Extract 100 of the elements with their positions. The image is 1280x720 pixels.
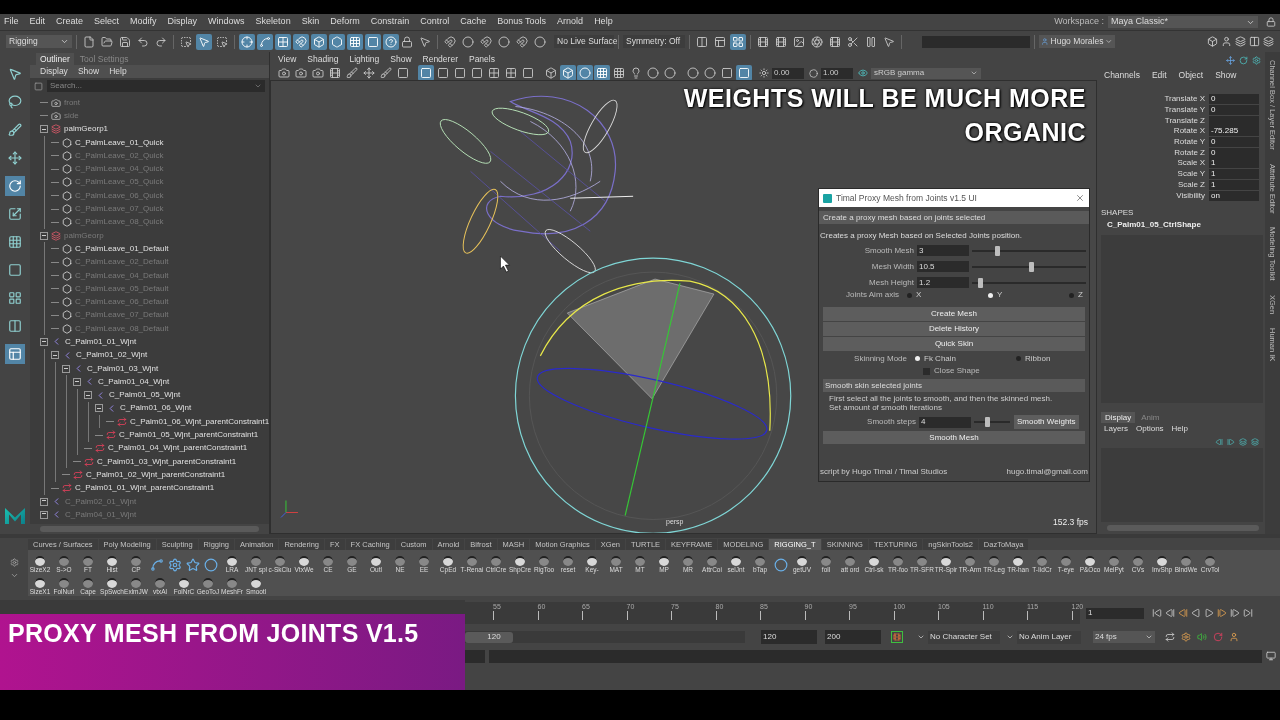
- menu-item[interactable]: Channels: [1104, 68, 1140, 82]
- radio-label: Y: [997, 289, 1003, 301]
- anim-layer-field[interactable]: No Anim Layer: [1017, 630, 1081, 644]
- panel-tab[interactable]: Outliner: [36, 53, 74, 65]
- channel-value[interactable]: 1: [1209, 158, 1259, 169]
- outliner-item[interactable]: C_Palm01_04_Wjnt_parentConstraint1: [108, 442, 248, 455]
- menu-set-dropdown[interactable]: Rigging: [6, 35, 72, 48]
- outliner-item[interactable]: C_Palm01_05_Wjnt: [109, 389, 181, 402]
- menu-item[interactable]: Windows: [208, 15, 245, 29]
- channel-label[interactable]: Rotate Z: [1101, 146, 1209, 159]
- outliner-item[interactable]: C_Palm01_03_Wjnt_parentConstraint1: [97, 455, 237, 468]
- search-field[interactable]: Search...: [47, 80, 265, 92]
- menu-item[interactable]: Edit: [29, 15, 46, 29]
- menu-item[interactable]: Display: [167, 15, 198, 29]
- character-set-field[interactable]: No Character Set: [928, 630, 1000, 644]
- channel-value[interactable]: on: [1209, 190, 1259, 201]
- outliner-item[interactable]: C_Palm01_02_Wjnt: [76, 349, 148, 362]
- menu-item[interactable]: Shading: [307, 52, 339, 66]
- radio-label: Ribbon: [1025, 352, 1051, 365]
- current-frame-field[interactable]: 1: [1086, 607, 1144, 619]
- menu-item[interactable]: File: [4, 15, 19, 29]
- menu-item[interactable]: Select: [94, 15, 120, 29]
- channel-label[interactable]: Translate X: [1101, 93, 1209, 106]
- menu-item[interactable]: Renderer: [422, 52, 458, 66]
- channel-label[interactable]: Scale Y: [1101, 168, 1209, 181]
- menu-item[interactable]: Show: [390, 52, 412, 66]
- menu-item[interactable]: Object: [1178, 68, 1204, 82]
- menu-item[interactable]: Lighting: [349, 52, 380, 66]
- menu-item[interactable]: Help: [109, 65, 127, 78]
- animation-end-field[interactable]: 200: [825, 630, 881, 644]
- menu-item[interactable]: Arnold: [557, 15, 584, 29]
- channel-value[interactable]: -75.285: [1209, 126, 1259, 137]
- outliner-item[interactable]: C_Palm01_05_Wjnt_parentConstraint1: [119, 429, 259, 442]
- channel-label[interactable]: Rotate X: [1101, 125, 1209, 138]
- dialog-button[interactable]: Quick Skin: [823, 337, 1085, 351]
- menu-item[interactable]: Create: [56, 15, 84, 29]
- color-space-dropdown[interactable]: sRGB gamma: [871, 67, 981, 79]
- menu-item[interactable]: Skin: [301, 15, 320, 29]
- workspace-dropdown[interactable]: Maya Classic*: [1108, 16, 1258, 28]
- menu-item[interactable]: Bonus Tools: [497, 15, 547, 29]
- menu-item[interactable]: Constrain: [370, 15, 410, 29]
- fps-dropdown[interactable]: 24 fps: [1093, 631, 1155, 643]
- menu-item[interactable]: Edit: [1151, 68, 1167, 82]
- dialog-button[interactable]: Create Mesh: [823, 307, 1085, 321]
- channel-label[interactable]: Scale X: [1101, 157, 1209, 170]
- channel-label[interactable]: Visibility: [1101, 189, 1209, 202]
- number-field[interactable]: 4: [919, 416, 971, 428]
- instruction-text: First select all the joints to smooth, and then the skinned mesh.: [829, 394, 1054, 403]
- panel-tab[interactable]: Display: [1101, 411, 1136, 423]
- channel-value[interactable]: 0: [1209, 94, 1259, 105]
- range-slider-handle[interactable]: 120: [465, 631, 513, 643]
- menu-item[interactable]: Layers: [1104, 423, 1128, 436]
- menu-item[interactable]: Show: [1215, 68, 1237, 82]
- range-end-field[interactable]: 120: [761, 630, 817, 644]
- gamma-field[interactable]: 1.00: [821, 67, 853, 79]
- outliner-item[interactable]: C_Palm01_03_Wjnt: [87, 362, 159, 375]
- menu-item[interactable]: Deform: [330, 15, 360, 29]
- outliner-item[interactable]: C_PalmLeave_01_Quick: [75, 136, 164, 149]
- menu-item[interactable]: Panels: [468, 52, 495, 66]
- channel-value[interactable]: 0: [1209, 137, 1259, 148]
- outliner-item[interactable]: C_Palm01_01_Wjnt_parentConstraint1: [75, 482, 215, 495]
- credit-text: script by Hugo Timal / Timal Studios: [820, 466, 948, 478]
- channel-label[interactable]: Translate Z: [1101, 114, 1209, 127]
- outliner-item[interactable]: C_Palm01_02_Wjnt_parentConstraint1: [86, 468, 226, 481]
- menu-item[interactable]: Help: [594, 15, 613, 29]
- menu-item[interactable]: Display: [40, 65, 68, 78]
- outliner-item[interactable]: C_Palm01_06_Wjnt_parentConstraint1: [130, 415, 269, 428]
- number-field[interactable]: 10.5: [917, 261, 969, 272]
- outliner-item[interactable]: C_Palm01_01_Wjnt: [65, 336, 137, 348]
- channel-value[interactable]: 0: [1209, 147, 1259, 158]
- number-field[interactable]: 3: [917, 245, 969, 256]
- channel-value[interactable]: 1: [1209, 179, 1259, 190]
- user-dropdown[interactable]: Hugo Morales: [1039, 35, 1115, 48]
- slider-label: Smooth Mesh: [863, 244, 915, 257]
- smooth-mesh-button[interactable]: Smooth Mesh: [823, 431, 1085, 444]
- menu-item[interactable]: Modify: [130, 15, 157, 29]
- field-label: Skinning Mode: [853, 352, 908, 365]
- outliner-item[interactable]: palmGeorp1: [64, 123, 109, 136]
- outliner-item[interactable]: C_PalmLeave_01_Default: [75, 242, 169, 255]
- symmetry-field[interactable]: Symmetry: Off: [623, 35, 685, 48]
- channel-label[interactable]: Rotate Y: [1101, 136, 1209, 149]
- channel-value[interactable]: 1: [1209, 169, 1259, 180]
- channel-label[interactable]: Translate Y: [1101, 104, 1209, 117]
- channel-label[interactable]: Scale Z: [1101, 178, 1209, 191]
- menu-item[interactable]: Control: [420, 15, 450, 29]
- menu-item[interactable]: Show: [77, 65, 100, 78]
- menu-item[interactable]: View: [278, 52, 297, 66]
- exposure-field[interactable]: 0.00: [772, 67, 804, 79]
- menu-item[interactable]: Options: [1136, 423, 1164, 436]
- dialog-button[interactable]: Delete History: [823, 322, 1085, 336]
- shape-name: C_Palm01_05_CtrlShape: [1106, 218, 1202, 231]
- menu-item[interactable]: Help: [1171, 423, 1189, 436]
- channel-value[interactable]: 0: [1209, 105, 1259, 116]
- outliner-item[interactable]: C_Palm01_04_Wjnt: [98, 375, 170, 388]
- smooth-weights-button[interactable]: Smooth Weights: [1014, 415, 1079, 429]
- range-slider[interactable]: 120: [465, 631, 745, 643]
- menu-item[interactable]: Cache: [460, 15, 487, 29]
- menu-item[interactable]: Skeleton: [255, 15, 291, 29]
- outliner-item[interactable]: C_Palm01_06_Wjnt: [120, 402, 192, 415]
- number-field[interactable]: 1.2: [917, 277, 969, 288]
